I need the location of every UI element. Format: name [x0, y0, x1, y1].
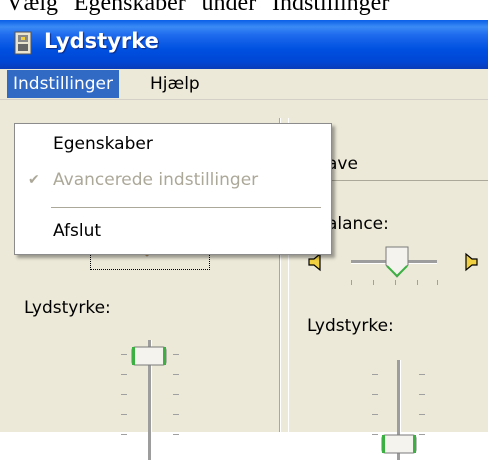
menu-item-egenskaber[interactable]: Egenskaber [15, 130, 331, 158]
volume-label: Lydstyrke: [24, 298, 111, 318]
menu-separator [51, 207, 321, 208]
speaker-app-icon [14, 31, 32, 55]
volume-window: Lydstyrke Indstillinger Hjælp Lydstyrke: [0, 20, 488, 460]
menu-hjaelp[interactable]: Hjælp [144, 70, 206, 98]
wave-volume-thumb[interactable] [381, 434, 417, 454]
menu-bar: Indstillinger Hjælp [0, 69, 488, 100]
wave-balance-thumb[interactable] [385, 246, 409, 278]
menu-item-avancerede-indstillinger: ✔ Avancerede indstillinger [15, 166, 331, 194]
document-caption-text: Vælg "Egenskaber" under "Indstillinger" [6, 0, 400, 16]
title-bar[interactable]: Lydstyrke [0, 20, 488, 69]
window-title: Lydstyrke [44, 29, 159, 53]
menu-item-egenskaber-label: Egenskaber [53, 134, 153, 154]
wave-volume-label: Lydstyrke: [307, 316, 394, 336]
menu-indstillinger[interactable]: Indstillinger [7, 70, 120, 98]
balance-label: alance: [327, 214, 389, 234]
wave-speaker-right-icon [465, 252, 478, 272]
menu-item-afslut-label: Afslut [53, 221, 102, 241]
wave-speaker-left-icon [308, 252, 321, 272]
menu-item-avancerede-label: Avancerede indstillinger [53, 170, 259, 190]
menu-item-afslut[interactable]: Afslut [15, 217, 331, 245]
indstillinger-dropdown: Egenskaber ✔ Avancerede indstillinger Af… [14, 123, 332, 255]
volume-slider-thumb[interactable] [131, 346, 167, 366]
checkmark-icon: ✔ [28, 172, 40, 188]
document-caption: Vælg "Egenskaber" under "Indstillinger" [0, 0, 488, 22]
